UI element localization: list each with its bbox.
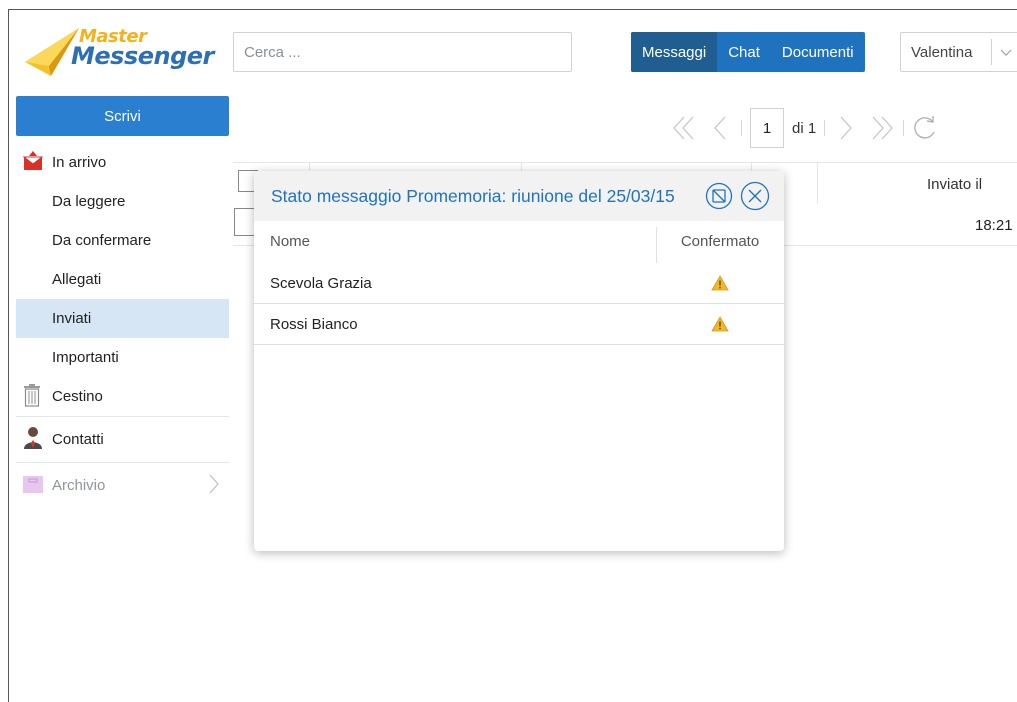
sidebar: In arrivo Da leggere Da confermare Alleg…: [16, 143, 229, 508]
sidebar-item-label: In arrivo: [52, 154, 107, 171]
recipient-name: Scevola Grazia: [270, 274, 372, 292]
refresh-icon[interactable]: [912, 115, 938, 141]
sidebar-item-label: Importanti: [52, 349, 119, 366]
chevron-right-icon[interactable]: [209, 474, 219, 498]
sidebar-item-archivio[interactable]: Archivio: [16, 462, 229, 508]
first-page-icon[interactable]: [671, 115, 697, 141]
sidebar-item-label: Allegati: [52, 271, 102, 288]
sidebar-item-label: Inviati: [52, 310, 92, 327]
sidebar-item-in-arrivo[interactable]: In arrivo: [16, 143, 229, 182]
close-icon[interactable]: [740, 181, 770, 211]
archive-folder-icon: [22, 474, 44, 498]
pager-divider: [824, 120, 826, 136]
sidebar-item-label: Da leggere: [52, 193, 126, 210]
sidebar-item-contatti[interactable]: Contatti: [16, 416, 229, 462]
column-header-confirmed: Confermato: [680, 233, 760, 250]
user-name: Valentina: [911, 43, 973, 61]
chevron-down-icon[interactable]: [992, 45, 1017, 60]
row-sent-time: 18:21: [975, 217, 1013, 234]
sidebar-item-inviati[interactable]: Inviati: [16, 299, 229, 338]
page-total: di 1: [792, 119, 817, 137]
contacts-person-icon: [22, 426, 44, 454]
tab-chat[interactable]: Chat: [717, 32, 771, 72]
sidebar-item-importanti[interactable]: Importanti: [16, 338, 229, 377]
page-number-input[interactable]: [750, 108, 784, 148]
recipient-name: Rossi Bianco: [270, 315, 358, 333]
sidebar-item-label: Contatti: [52, 431, 104, 448]
no-export-icon[interactable]: [704, 181, 734, 211]
last-page-icon[interactable]: [869, 115, 895, 141]
warning-icon: [656, 316, 784, 332]
column-divider: [656, 227, 657, 263]
inbox-envelope-icon: [22, 150, 44, 176]
previous-page-icon[interactable]: [707, 115, 733, 141]
dialog-table-header: Nome Confermato: [254, 221, 784, 263]
column-header-name: Nome: [270, 233, 311, 250]
row-checkbox[interactable]: [234, 208, 256, 236]
sidebar-item-da-leggere[interactable]: Da leggere: [16, 182, 229, 221]
trash-icon: [22, 383, 42, 411]
pager-divider: [903, 120, 905, 136]
sidebar-item-allegati[interactable]: Allegati: [16, 260, 229, 299]
search-input[interactable]: [233, 32, 572, 72]
pager-divider: [741, 120, 742, 136]
sidebar-item-cestino[interactable]: Cestino: [16, 377, 229, 416]
sidebar-item-label: Da confermare: [52, 232, 152, 249]
sidebar-item-label: Archivio: [52, 477, 106, 494]
tab-documenti[interactable]: Documenti: [771, 32, 865, 72]
column-header-sent[interactable]: Inviato il: [927, 176, 982, 193]
dialog-title: Stato messaggio Promemoria: riunione del…: [271, 185, 675, 206]
tab-messaggi[interactable]: Messaggi: [631, 32, 718, 72]
message-status-dialog: Stato messaggio Promemoria: riunione del…: [254, 171, 784, 551]
dialog-header: Stato messaggio Promemoria: riunione del…: [254, 171, 784, 221]
compose-button[interactable]: Scrivi: [16, 96, 229, 136]
pager: di 1: [671, 108, 938, 148]
logo-word-messenger: Messenger: [71, 42, 214, 70]
main-tabs: Messaggi Chat Documenti: [631, 32, 865, 72]
column-divider: [817, 162, 818, 204]
sidebar-item-da-confermare[interactable]: Da confermare: [16, 221, 229, 260]
app-logo: Master Messenger: [21, 22, 214, 82]
table-row: Rossi Bianco: [254, 304, 784, 345]
warning-icon: [656, 275, 784, 291]
sidebar-item-label: Cestino: [52, 388, 103, 405]
user-menu[interactable]: Valentina: [900, 32, 1017, 72]
table-row: Scevola Grazia: [254, 263, 784, 304]
next-page-icon[interactable]: [833, 115, 859, 141]
